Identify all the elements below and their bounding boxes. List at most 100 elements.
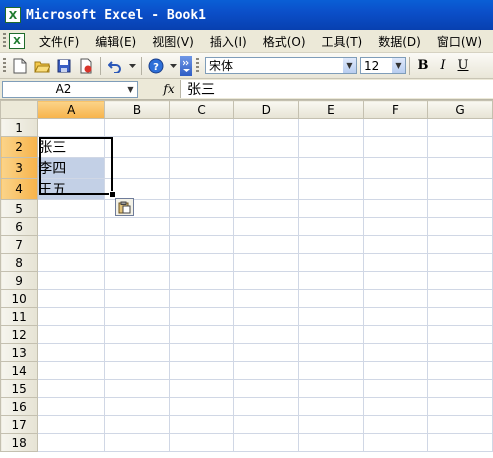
- cell[interactable]: [168, 415, 235, 434]
- cell[interactable]: [298, 253, 364, 272]
- cell[interactable]: [298, 343, 364, 362]
- cell[interactable]: [362, 343, 429, 362]
- new-document-button[interactable]: [10, 56, 30, 76]
- row-header[interactable]: 17: [0, 415, 39, 434]
- cell[interactable]: [427, 361, 493, 380]
- cell[interactable]: [168, 289, 235, 308]
- menu-view[interactable]: 视图(V): [144, 33, 202, 50]
- cell[interactable]: [362, 178, 429, 200]
- open-button[interactable]: [32, 56, 52, 76]
- row-header[interactable]: 7: [0, 235, 39, 254]
- toolbar-options-button[interactable]: [180, 55, 192, 76]
- menu-grip[interactable]: [3, 33, 6, 49]
- cell[interactable]: [104, 361, 170, 380]
- cell[interactable]: [427, 235, 493, 254]
- cell[interactable]: [168, 343, 235, 362]
- menu-data[interactable]: 数据(D): [370, 33, 429, 50]
- cell[interactable]: [233, 217, 300, 236]
- cell[interactable]: [37, 289, 106, 308]
- column-header-e[interactable]: E: [298, 100, 364, 119]
- cell-a3[interactable]: 李四: [37, 157, 106, 179]
- menu-insert[interactable]: 插入(I): [202, 33, 255, 50]
- cell[interactable]: [104, 397, 170, 416]
- cell[interactable]: [233, 325, 300, 344]
- column-header-g[interactable]: G: [427, 100, 493, 119]
- undo-dropdown-button[interactable]: [127, 56, 137, 76]
- cell[interactable]: [362, 235, 429, 254]
- cell[interactable]: [427, 433, 493, 452]
- cell-a4[interactable]: 王五: [37, 178, 106, 200]
- cell[interactable]: [37, 307, 106, 326]
- row-header[interactable]: 8: [0, 253, 39, 272]
- cell[interactable]: [168, 136, 235, 158]
- cell[interactable]: [37, 433, 106, 452]
- cell[interactable]: [298, 307, 364, 326]
- chevron-down-icon[interactable]: ▼: [124, 82, 137, 97]
- excel-icon[interactable]: X: [5, 7, 21, 23]
- row-header[interactable]: 16: [0, 397, 39, 416]
- cell[interactable]: [37, 361, 106, 380]
- cell[interactable]: [104, 118, 170, 137]
- fill-handle[interactable]: [109, 191, 116, 198]
- cell[interactable]: [104, 343, 170, 362]
- menu-format[interactable]: 格式(O): [255, 33, 314, 50]
- format-toolbar-grip[interactable]: [196, 57, 199, 74]
- insert-function-button[interactable]: fx: [158, 82, 180, 96]
- cell[interactable]: [233, 157, 300, 179]
- cell[interactable]: [37, 253, 106, 272]
- cell[interactable]: [233, 178, 300, 200]
- cell[interactable]: [362, 253, 429, 272]
- cell[interactable]: [233, 253, 300, 272]
- cell[interactable]: [37, 343, 106, 362]
- cell[interactable]: [168, 178, 235, 200]
- cell[interactable]: [298, 271, 364, 290]
- cell[interactable]: [233, 397, 300, 416]
- save-button[interactable]: [54, 56, 74, 76]
- cell[interactable]: [37, 118, 106, 137]
- cell[interactable]: [233, 433, 300, 452]
- row-header[interactable]: 15: [0, 379, 39, 398]
- cell[interactable]: [104, 289, 170, 308]
- cell[interactable]: [298, 235, 364, 254]
- font-size-select[interactable]: 12 ▼: [360, 57, 406, 74]
- select-all-corner[interactable]: [0, 100, 39, 119]
- cell[interactable]: [362, 157, 429, 179]
- menu-edit[interactable]: 编辑(E): [87, 33, 144, 50]
- cell[interactable]: [233, 136, 300, 158]
- workbook-icon[interactable]: X: [9, 33, 25, 49]
- cell[interactable]: [233, 235, 300, 254]
- cell[interactable]: [298, 178, 364, 200]
- underline-button[interactable]: U: [453, 56, 473, 76]
- menu-tools[interactable]: 工具(T): [314, 33, 371, 50]
- row-header[interactable]: 6: [0, 217, 39, 236]
- row-header[interactable]: 9: [0, 271, 39, 290]
- cell[interactable]: [233, 379, 300, 398]
- row-header[interactable]: 11: [0, 307, 39, 326]
- cell[interactable]: [298, 289, 364, 308]
- column-header-c[interactable]: C: [168, 100, 235, 119]
- cell[interactable]: [168, 253, 235, 272]
- cell[interactable]: [427, 397, 493, 416]
- cell-a2[interactable]: 张三: [37, 136, 106, 158]
- cell[interactable]: [298, 217, 364, 236]
- formula-input[interactable]: 张三: [180, 80, 493, 98]
- cell[interactable]: [362, 307, 429, 326]
- cell[interactable]: [37, 397, 106, 416]
- cell[interactable]: [362, 217, 429, 236]
- row-header[interactable]: 3: [0, 157, 39, 179]
- cell[interactable]: [168, 379, 235, 398]
- cell[interactable]: [168, 199, 235, 218]
- permission-button[interactable]: [76, 56, 96, 76]
- cell[interactable]: [298, 379, 364, 398]
- cell[interactable]: [362, 118, 429, 137]
- cell[interactable]: [168, 217, 235, 236]
- cell[interactable]: [362, 325, 429, 344]
- cell[interactable]: [104, 136, 170, 158]
- row-header[interactable]: 12: [0, 325, 39, 344]
- cell[interactable]: [104, 415, 170, 434]
- row-header[interactable]: 18: [0, 433, 39, 452]
- cell[interactable]: [233, 271, 300, 290]
- row-header[interactable]: 10: [0, 289, 39, 308]
- cell[interactable]: [37, 271, 106, 290]
- cell[interactable]: [37, 415, 106, 434]
